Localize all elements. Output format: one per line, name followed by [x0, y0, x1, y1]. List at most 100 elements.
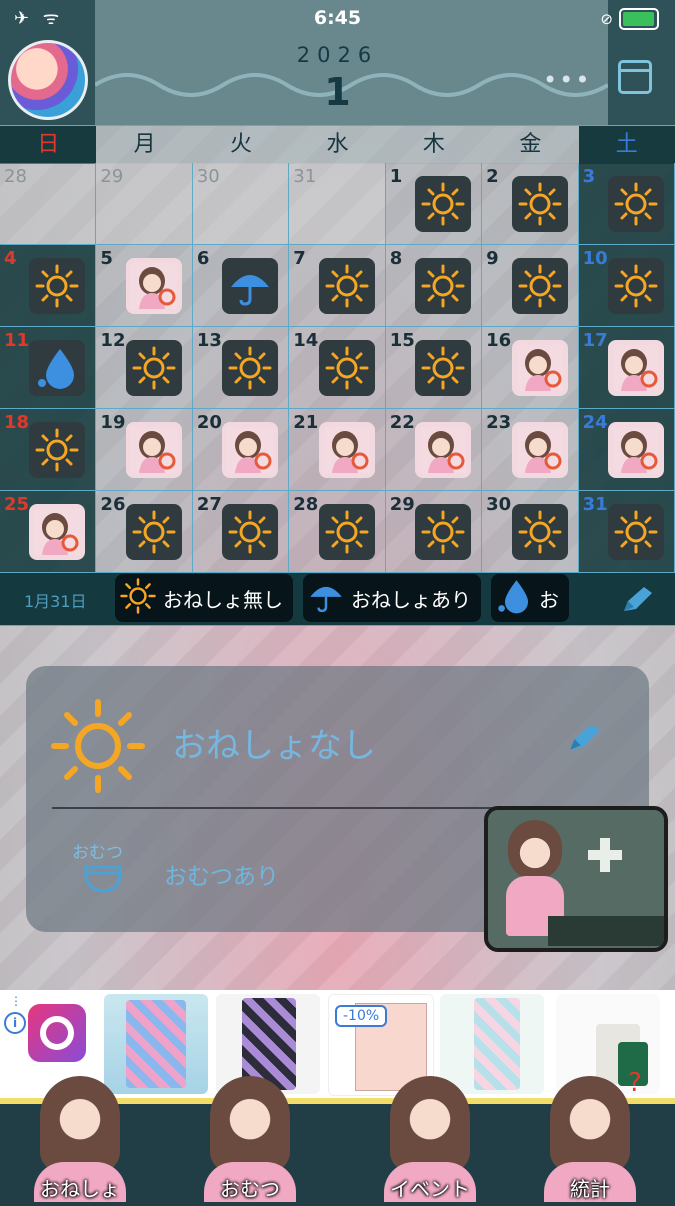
tab-diaper[interactable]: おむつ	[180, 1076, 320, 1206]
calendar-day-cell[interactable]: 25	[0, 491, 97, 573]
status-chip[interactable]: お	[491, 574, 569, 622]
calendar-day-cell[interactable]: 18	[0, 409, 97, 491]
sun-icon	[511, 258, 568, 314]
day-number: 10	[582, 248, 608, 269]
status-chip[interactable]: おねしょ無し	[115, 574, 293, 622]
sun-icon	[415, 340, 472, 396]
day-number: 30	[486, 494, 512, 515]
calendar-day-cell[interactable]: 14	[289, 327, 386, 409]
calendar-day-cell[interactable]: 12	[96, 327, 193, 409]
day-number: 14	[293, 330, 319, 351]
sun-icon	[222, 504, 279, 560]
day-number: 29	[100, 166, 124, 187]
day-number: 20	[196, 412, 222, 433]
day-number: 21	[293, 412, 319, 433]
calendar-day-cell[interactable]: 20	[192, 409, 290, 491]
calendar-day-cell[interactable]: 29	[385, 491, 483, 573]
sun-icon	[222, 340, 279, 396]
calendar-day-cell[interactable]: 22	[385, 409, 483, 491]
calendar-day-cell[interactable]: 1	[385, 163, 483, 245]
day-number: 16	[486, 330, 512, 351]
calendar-day-cell[interactable]: 21	[289, 409, 386, 491]
edit-pencil-icon[interactable]	[620, 585, 654, 615]
day-number: 17	[582, 330, 608, 351]
calendar-day-cell[interactable]: 19	[96, 409, 193, 491]
weekday-sun: 日	[0, 126, 97, 164]
status-bar: ✈ ᯤ 6:45 ⊘	[0, 0, 675, 36]
calendar-day-cell[interactable]: 28	[289, 491, 386, 573]
calendar-icon[interactable]	[618, 60, 652, 94]
sun-icon	[29, 258, 86, 314]
calendar-day-cell[interactable]: 26	[96, 491, 193, 573]
calendar-day-cell[interactable]: 5	[96, 245, 193, 327]
ad-item-sticker-blue[interactable]	[104, 994, 208, 1094]
status-chip-list[interactable]: おねしょ無し おねしょあり お	[115, 574, 605, 624]
sun-icon	[29, 422, 86, 478]
day-number: 3	[582, 166, 596, 187]
calendar-day-cell[interactable]: 28	[0, 163, 97, 245]
legend-bar: 1月31日 おねしょ無し おねしょあり お	[0, 573, 675, 626]
sun-icon	[318, 340, 375, 396]
calendar-day-cell[interactable]: 27	[192, 491, 290, 573]
status-chip-label: お	[539, 587, 559, 612]
umbrella-icon	[307, 577, 345, 620]
calendar-day-cell[interactable]: 3	[578, 163, 675, 245]
umbrella-icon	[222, 258, 279, 314]
calendar-day-cell[interactable]: 4	[0, 245, 97, 327]
calendar-day-cell[interactable]: 7	[289, 245, 386, 327]
calendar-day-cell[interactable]: 16	[482, 327, 579, 409]
calendar-year[interactable]: 2026	[0, 43, 675, 67]
day-number: 13	[196, 330, 222, 351]
day-number: 23	[486, 412, 512, 433]
ad-info-icon[interactable]: i	[4, 1012, 26, 1034]
weekday-fri: 金	[519, 132, 542, 157]
calendar-day-cell[interactable]: 2	[482, 163, 579, 245]
girl-icon	[125, 258, 182, 314]
tab-bedwetting[interactable]: おねしょ	[10, 1076, 150, 1206]
calendar-day-cell[interactable]: 9	[482, 245, 579, 327]
calendar-day-cell[interactable]: 8	[385, 245, 483, 327]
sun-icon	[125, 340, 182, 396]
girl-icon	[608, 340, 664, 396]
tab-event[interactable]: イベント	[360, 1076, 500, 1206]
calendar-day-cell[interactable]: 23	[482, 409, 579, 491]
tab-character-image	[390, 1076, 470, 1172]
calendar-day-cell[interactable]: 6	[192, 245, 290, 327]
day-number: 6	[196, 248, 210, 269]
day-number: 1	[389, 166, 403, 187]
weekday-tue: 火	[230, 132, 253, 157]
drop-icon	[495, 577, 533, 620]
calendar-day-cell[interactable]: 30	[482, 491, 579, 573]
tab-statistics[interactable]: 統計	[520, 1076, 660, 1206]
calendar-day-cell[interactable]: 13	[192, 327, 290, 409]
girl-icon	[222, 422, 279, 478]
ad-item-sticker-pastel[interactable]	[440, 994, 544, 1094]
day-number: 28	[293, 494, 319, 515]
day-number: 5	[100, 248, 113, 269]
more-options-button[interactable]: •••	[543, 66, 591, 94]
sun-icon	[318, 258, 375, 314]
girl-icon	[415, 422, 472, 478]
girl-icon	[125, 422, 182, 478]
calendar-day-cell[interactable]: 31	[289, 163, 386, 245]
girl-icon	[511, 340, 568, 396]
ad-app-logo[interactable]	[28, 1004, 86, 1062]
calendar-day-cell[interactable]: 15	[385, 327, 483, 409]
day-number: 22	[389, 412, 415, 433]
calendar-day-cell[interactable]: 17	[578, 327, 675, 409]
status-chip[interactable]: おねしょあり	[303, 574, 481, 622]
weekday-sat: 土	[578, 126, 675, 164]
calendar-day-cell[interactable]: 29	[96, 163, 193, 245]
day-number: 30	[196, 166, 220, 187]
calendar-day-cell[interactable]: 30	[192, 163, 290, 245]
girl-icon	[318, 422, 375, 478]
calendar-day-cell[interactable]: 10	[578, 245, 675, 327]
calendar-day-cell[interactable]: 24	[578, 409, 675, 491]
tab-label: イベント	[390, 1177, 470, 1201]
lock-rotation-icon: ⊘	[600, 10, 613, 28]
day-number: 11	[4, 330, 30, 351]
sun-icon	[608, 176, 664, 232]
calendar-day-cell[interactable]: 11	[0, 327, 97, 409]
calendar-day-cell[interactable]: 31	[578, 491, 675, 573]
edit-pencil-icon[interactable]	[566, 722, 602, 754]
